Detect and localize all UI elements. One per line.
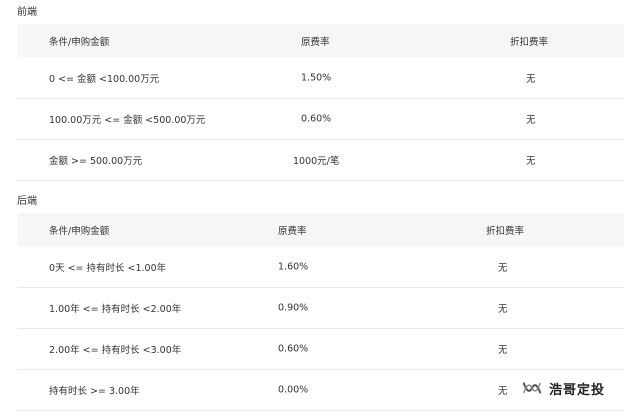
header-original-rate: 原费率	[278, 225, 307, 237]
header-condition: 条件/申购金额	[49, 36, 110, 48]
table-header: 条件/申购金额 原费率 折扣费率	[18, 213, 624, 246]
row-condition: 0天 <= 持有时长 <1.00年	[49, 262, 167, 274]
row-original-rate: 0.60%	[278, 343, 309, 355]
header-discount-rate: 折扣费率	[486, 225, 525, 237]
row-original-rate: 0.90%	[278, 302, 309, 314]
table-row: 2.00年 <= 持有时长 <3.00年 0.60% 无	[18, 329, 624, 370]
table-row: 1.00年 <= 持有时长 <2.00年 0.90% 无	[18, 288, 624, 329]
table-row: 100.00万元 <= 金额 <500.00万元 0.60% 无	[18, 99, 624, 140]
front-section-title: 前端	[17, 7, 37, 18]
watermark-text: 浩哥定投	[549, 382, 606, 398]
row-condition: 金额 >= 500.00万元	[49, 156, 143, 167]
table-header: 条件/申购金额 原费率 折扣费率	[18, 24, 624, 57]
table-row: 金额 >= 500.00万元 1000元/笔 无	[18, 140, 624, 181]
row-original-rate: 0.00%	[278, 384, 309, 396]
row-condition: 0 <= 金额 <100.00万元	[49, 73, 160, 85]
row-discount-rate: 无	[526, 156, 536, 167]
row-original-rate: 1.50%	[301, 72, 332, 83]
wechat-channel-icon	[522, 382, 542, 394]
row-discount-rate: 无	[526, 115, 536, 126]
row-discount-rate: 无	[498, 345, 508, 356]
table-row: 0天 <= 持有时长 <1.00年 1.60% 无	[18, 246, 624, 288]
row-original-rate: 0.60%	[301, 113, 332, 125]
row-condition: 100.00万元 <= 金额 <500.00万元	[49, 115, 206, 126]
row-condition: 1.00年 <= 持有时长 <2.00年	[49, 304, 182, 315]
row-original-rate: 1.60%	[278, 261, 309, 272]
watermark: 浩哥定投	[519, 376, 610, 400]
row-discount-rate: 无	[498, 304, 508, 315]
row-discount-rate: 无	[526, 73, 536, 85]
back-section-title: 后端	[17, 196, 37, 207]
row-original-rate: 1000元/笔	[293, 156, 340, 167]
front-fee-table: 条件/申购金额 原费率 折扣费率 0 <= 金额 <100.00万元 1.50%…	[18, 24, 624, 181]
row-discount-rate: 无	[498, 386, 508, 397]
row-condition: 2.00年 <= 持有时长 <3.00年	[49, 345, 182, 356]
header-discount-rate: 折扣费率	[510, 36, 549, 48]
table-row: 0 <= 金额 <100.00万元 1.50% 无	[18, 57, 624, 99]
row-condition: 持有时长 >= 3.00年	[49, 386, 140, 397]
header-condition: 条件/申购金额	[49, 225, 110, 237]
row-discount-rate: 无	[498, 262, 508, 274]
header-original-rate: 原费率	[301, 36, 330, 48]
